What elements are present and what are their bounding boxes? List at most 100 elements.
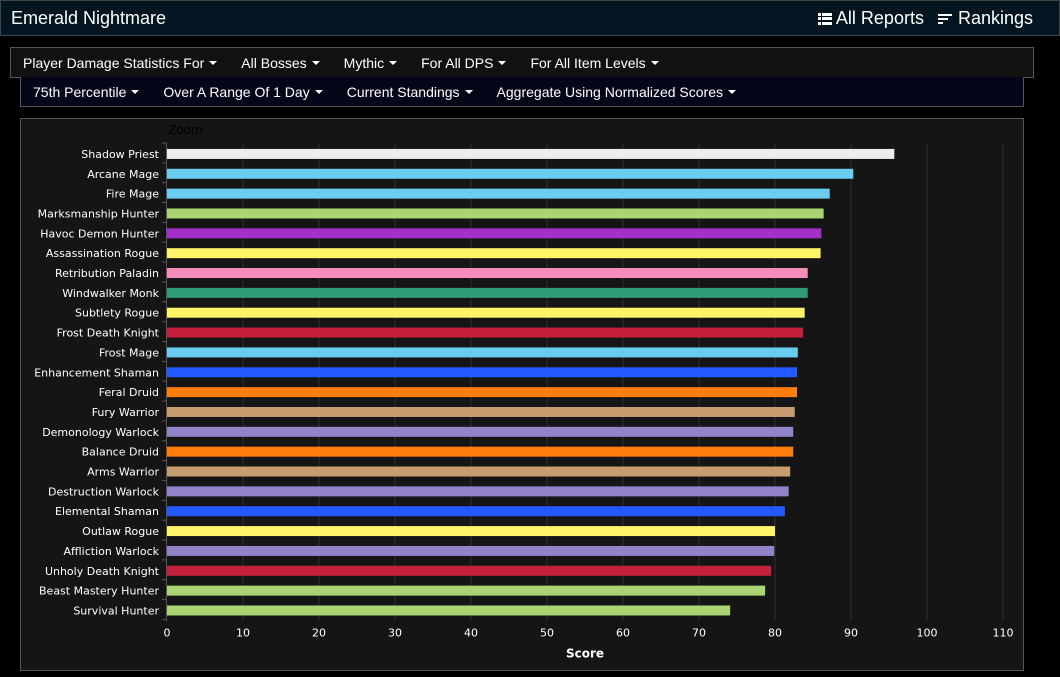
x-tick-label: 110 [993, 626, 1014, 639]
standings-dropdown[interactable]: Current Standings [347, 84, 473, 100]
y-tick-label: Retribution Paladin [55, 267, 159, 280]
y-tick-label: Enhancement Shaman [34, 366, 159, 379]
caret-down-icon [728, 89, 736, 94]
rankings-label: Rankings [957, 8, 1033, 28]
bar [167, 148, 895, 159]
y-tick-label: Unholy Death Knight [45, 565, 160, 578]
y-tick-label: Beast Mastery Hunter [39, 585, 159, 598]
x-axis-title: Score [566, 646, 604, 660]
list-icon [817, 12, 832, 25]
y-tick-label: Outlaw Rogue [82, 525, 159, 538]
x-tick-label: 60 [616, 626, 630, 639]
item-level-dropdown[interactable]: For All Item Levels [530, 54, 659, 71]
caret-down-icon [311, 60, 320, 65]
caret-down-icon [650, 60, 659, 65]
top-bar: Emerald Nightmare All Reports Rankings [0, 0, 1060, 36]
standings-dropdown-label: Current Standings [346, 83, 460, 100]
difficulty-dropdown[interactable]: Mythic [343, 54, 398, 71]
bar [167, 287, 808, 298]
x-tick-label: 90 [844, 626, 858, 639]
zoom-label: Zoom [168, 123, 203, 137]
rankings-link[interactable]: Rankings [937, 8, 1033, 29]
percentile-dropdown-label: 75th Percentile [33, 83, 127, 100]
x-tick-label: 100 [917, 626, 938, 639]
bar [167, 307, 805, 318]
caret-down-icon [314, 89, 323, 94]
y-tick-label: Destruction Warlock [48, 485, 160, 498]
bar [167, 168, 854, 179]
bar [167, 565, 772, 576]
metric-dropdown-label: Player Damage Statistics For [23, 54, 205, 71]
bars [167, 148, 895, 616]
range-dropdown[interactable]: Over A Range Of 1 Day [163, 83, 323, 100]
y-tick-label: Survival Hunter [73, 604, 159, 617]
percentile-dropdown[interactable]: 75th Percentile [33, 83, 140, 100]
chart-container: Zoom Shadow Priest Arcane Mage Fire Mage Ma… [20, 118, 1024, 671]
bar [167, 367, 798, 378]
role-dropdown[interactable]: For All DPS [421, 54, 507, 71]
y-tick-label: Subtlety Rogue [75, 307, 159, 320]
all-reports-link[interactable]: All Reports [817, 8, 924, 29]
x-tick-label: 40 [464, 626, 478, 639]
difficulty-dropdown-label: Mythic [343, 54, 385, 71]
caret-down-icon [389, 60, 398, 65]
y-tick-label: Feral Druid [99, 386, 159, 399]
bar [167, 526, 775, 537]
bar [167, 268, 808, 279]
bar [167, 545, 775, 556]
caret-down-icon [464, 89, 473, 94]
x-tick-label: 0 [164, 626, 171, 639]
y-tick-label: Fury Warrior [92, 406, 160, 419]
y-tick-label: Havoc Demon Hunter [40, 227, 159, 240]
page-title: Emerald Nightmare [11, 8, 167, 28]
y-tick-label: Balance Druid [82, 446, 159, 459]
bar [167, 446, 794, 457]
sort-icon [937, 13, 952, 24]
bar [167, 387, 798, 398]
bar [167, 327, 804, 338]
bar [167, 208, 824, 219]
x-tick-label: 20 [312, 626, 326, 639]
bar [167, 248, 821, 259]
y-tick-label: Shadow Priest [81, 148, 159, 161]
y-tick-label: Frost Death Knight [57, 327, 160, 340]
y-tick-label: Arms Warrior [87, 466, 159, 479]
caret-down-icon [498, 60, 507, 65]
y-axis: Shadow Priest Arcane Mage Fire Mage Marksma… [34, 142, 167, 622]
y-tick-label: Marksmanship Hunter [38, 207, 160, 220]
item-level-dropdown-label: For All Item Levels [530, 54, 646, 71]
y-tick-label: Affliction Warlock [64, 545, 160, 558]
y-tick-label: Frost Mage [99, 346, 159, 359]
bar [167, 228, 822, 239]
y-tick-label: Demonology Warlock [42, 426, 159, 439]
bar [167, 466, 791, 477]
y-tick-label: Assassination Rogue [46, 247, 159, 260]
y-tick-label: Arcane Mage [87, 168, 159, 181]
all-reports-label: All Reports [835, 8, 924, 28]
filter-bar-secondary: 75th Percentile Over A Range Of 1 Day Cu… [20, 77, 1024, 107]
caret-down-icon [131, 89, 140, 94]
y-tick-label: Elemental Shaman [55, 505, 159, 518]
x-tick-label: 70 [692, 626, 706, 639]
y-tick-label: Fire Mage [106, 188, 159, 201]
bar-chart: Shadow Priest Arcane Mage Fire Mage Marksma… [34, 142, 1014, 660]
bar [167, 506, 785, 517]
x-tick-label: 50 [540, 626, 554, 639]
top-nav: All Reports Rankings [817, 8, 1033, 29]
range-dropdown-label: Over A Range Of 1 Day [163, 83, 310, 100]
bar [167, 188, 830, 199]
bar [167, 605, 731, 616]
bar [167, 585, 766, 596]
role-dropdown-label: For All DPS [421, 54, 494, 71]
bar [167, 426, 794, 437]
bar [167, 347, 798, 358]
boss-dropdown[interactable]: All Bosses [241, 55, 320, 71]
bar [167, 486, 789, 497]
metric-dropdown[interactable]: Player Damage Statistics For [23, 54, 218, 71]
x-axis: 0 10 20 30 40 50 60 70 80 90 100 110 [164, 626, 1014, 639]
x-tick-label: 10 [236, 626, 250, 639]
aggregate-dropdown-label: Aggregate Using Normalized Scores [496, 83, 723, 100]
aggregate-dropdown[interactable]: Aggregate Using Normalized Scores [497, 84, 736, 100]
filter-bar-primary: Player Damage Statistics For All Bosses … [10, 47, 1034, 78]
x-tick-label: 30 [388, 626, 402, 639]
